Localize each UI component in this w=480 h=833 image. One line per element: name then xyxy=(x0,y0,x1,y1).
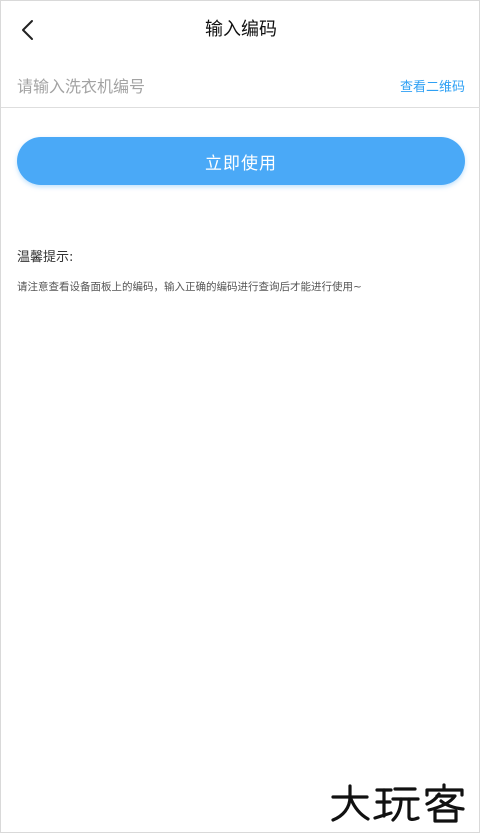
page-title: 输入编码 xyxy=(205,19,277,40)
watermark-logo xyxy=(331,783,465,823)
app-screen: 输入编码 查看二维码 立即使用 温馨提示: 请注意查看设备面板上的编码，输入正确… xyxy=(0,0,480,833)
washer-code-input[interactable] xyxy=(17,73,377,99)
tips-text: 请注意查看设备面板上的编码，输入正确的编码进行查询后才能进行使用~ xyxy=(17,281,362,293)
tips-title: 温馨提示: xyxy=(17,250,74,265)
use-now-button[interactable]: 立即使用 xyxy=(17,137,465,185)
code-input-row: 查看二维码 xyxy=(1,63,480,108)
top-bar: 输入编码 xyxy=(1,1,480,59)
view-qr-code-link[interactable]: 查看二维码 xyxy=(400,79,465,97)
